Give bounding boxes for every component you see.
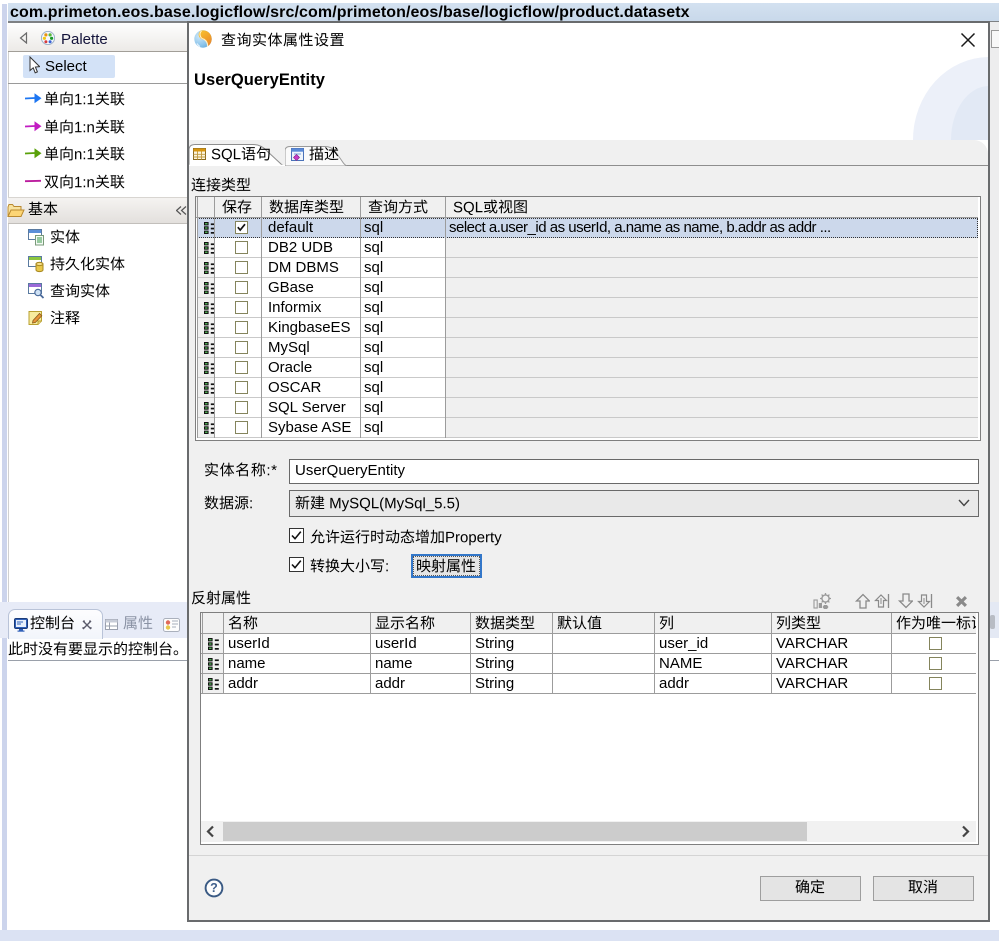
svg-text:?: ?: [210, 881, 218, 895]
